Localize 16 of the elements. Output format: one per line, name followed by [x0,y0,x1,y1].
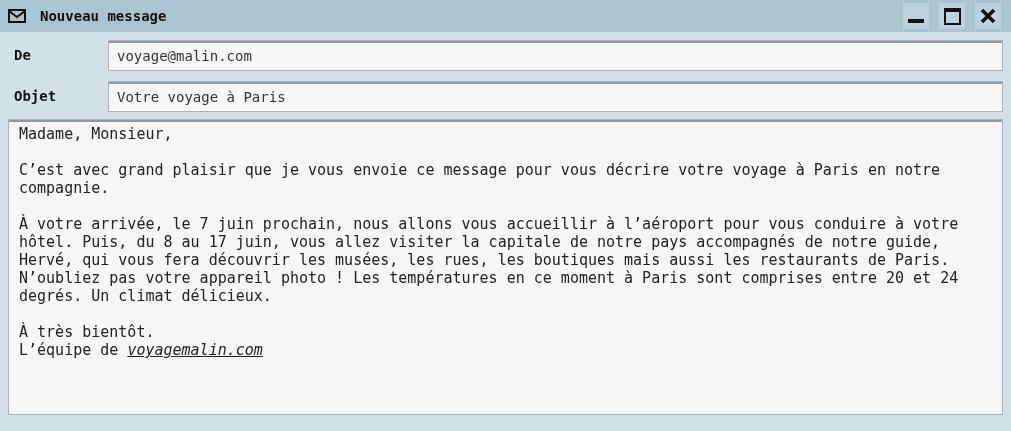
window-title: Nouveau message [40,6,168,26]
envelope-icon [8,9,26,23]
closing-line: À très bientôt. [19,323,156,341]
input-field[interactable]: voyage@malin.com [108,40,1003,71]
message-paragraph: C’est avec grand plaisir que je vous envoie ce message pour vous décrire votre voyage à Paris en notre compagnie. [19,161,942,197]
maximize-button[interactable] [939,3,965,29]
website-link[interactable]: voyagemalin.com [127,341,263,359]
field-label: Objet [13,87,58,106]
message-paragraph: À votre arrivée, le 7 juin prochain, nous allons vous accueillir à l’aéroport pour vous conduire à votre hôtel. Puis, du 8 au 17 juin, vous allez visiter la capitale de notre pays accompagnés de notre guide, Hervé, qui vous fera découvrir les musées, les rues, les boutiques mais aussi les restaurants de Paris. N’oubliez pas votre appareil photo ! Les températures en ce moment à Paris sont comprises entre 20 et 24 degrés. Un climat délicieux. [19,215,960,305]
minimize-button[interactable] [903,3,929,29]
input-field[interactable]: Votre voyage à Paris [108,81,1003,112]
field-label: De [13,46,32,65]
close-button[interactable] [975,3,1001,29]
signature-line: L’équipe de voyagemalin.com [19,341,264,359]
message-body[interactable] [8,119,1003,415]
message-paragraph: Madame, Monsieur, [19,125,174,143]
